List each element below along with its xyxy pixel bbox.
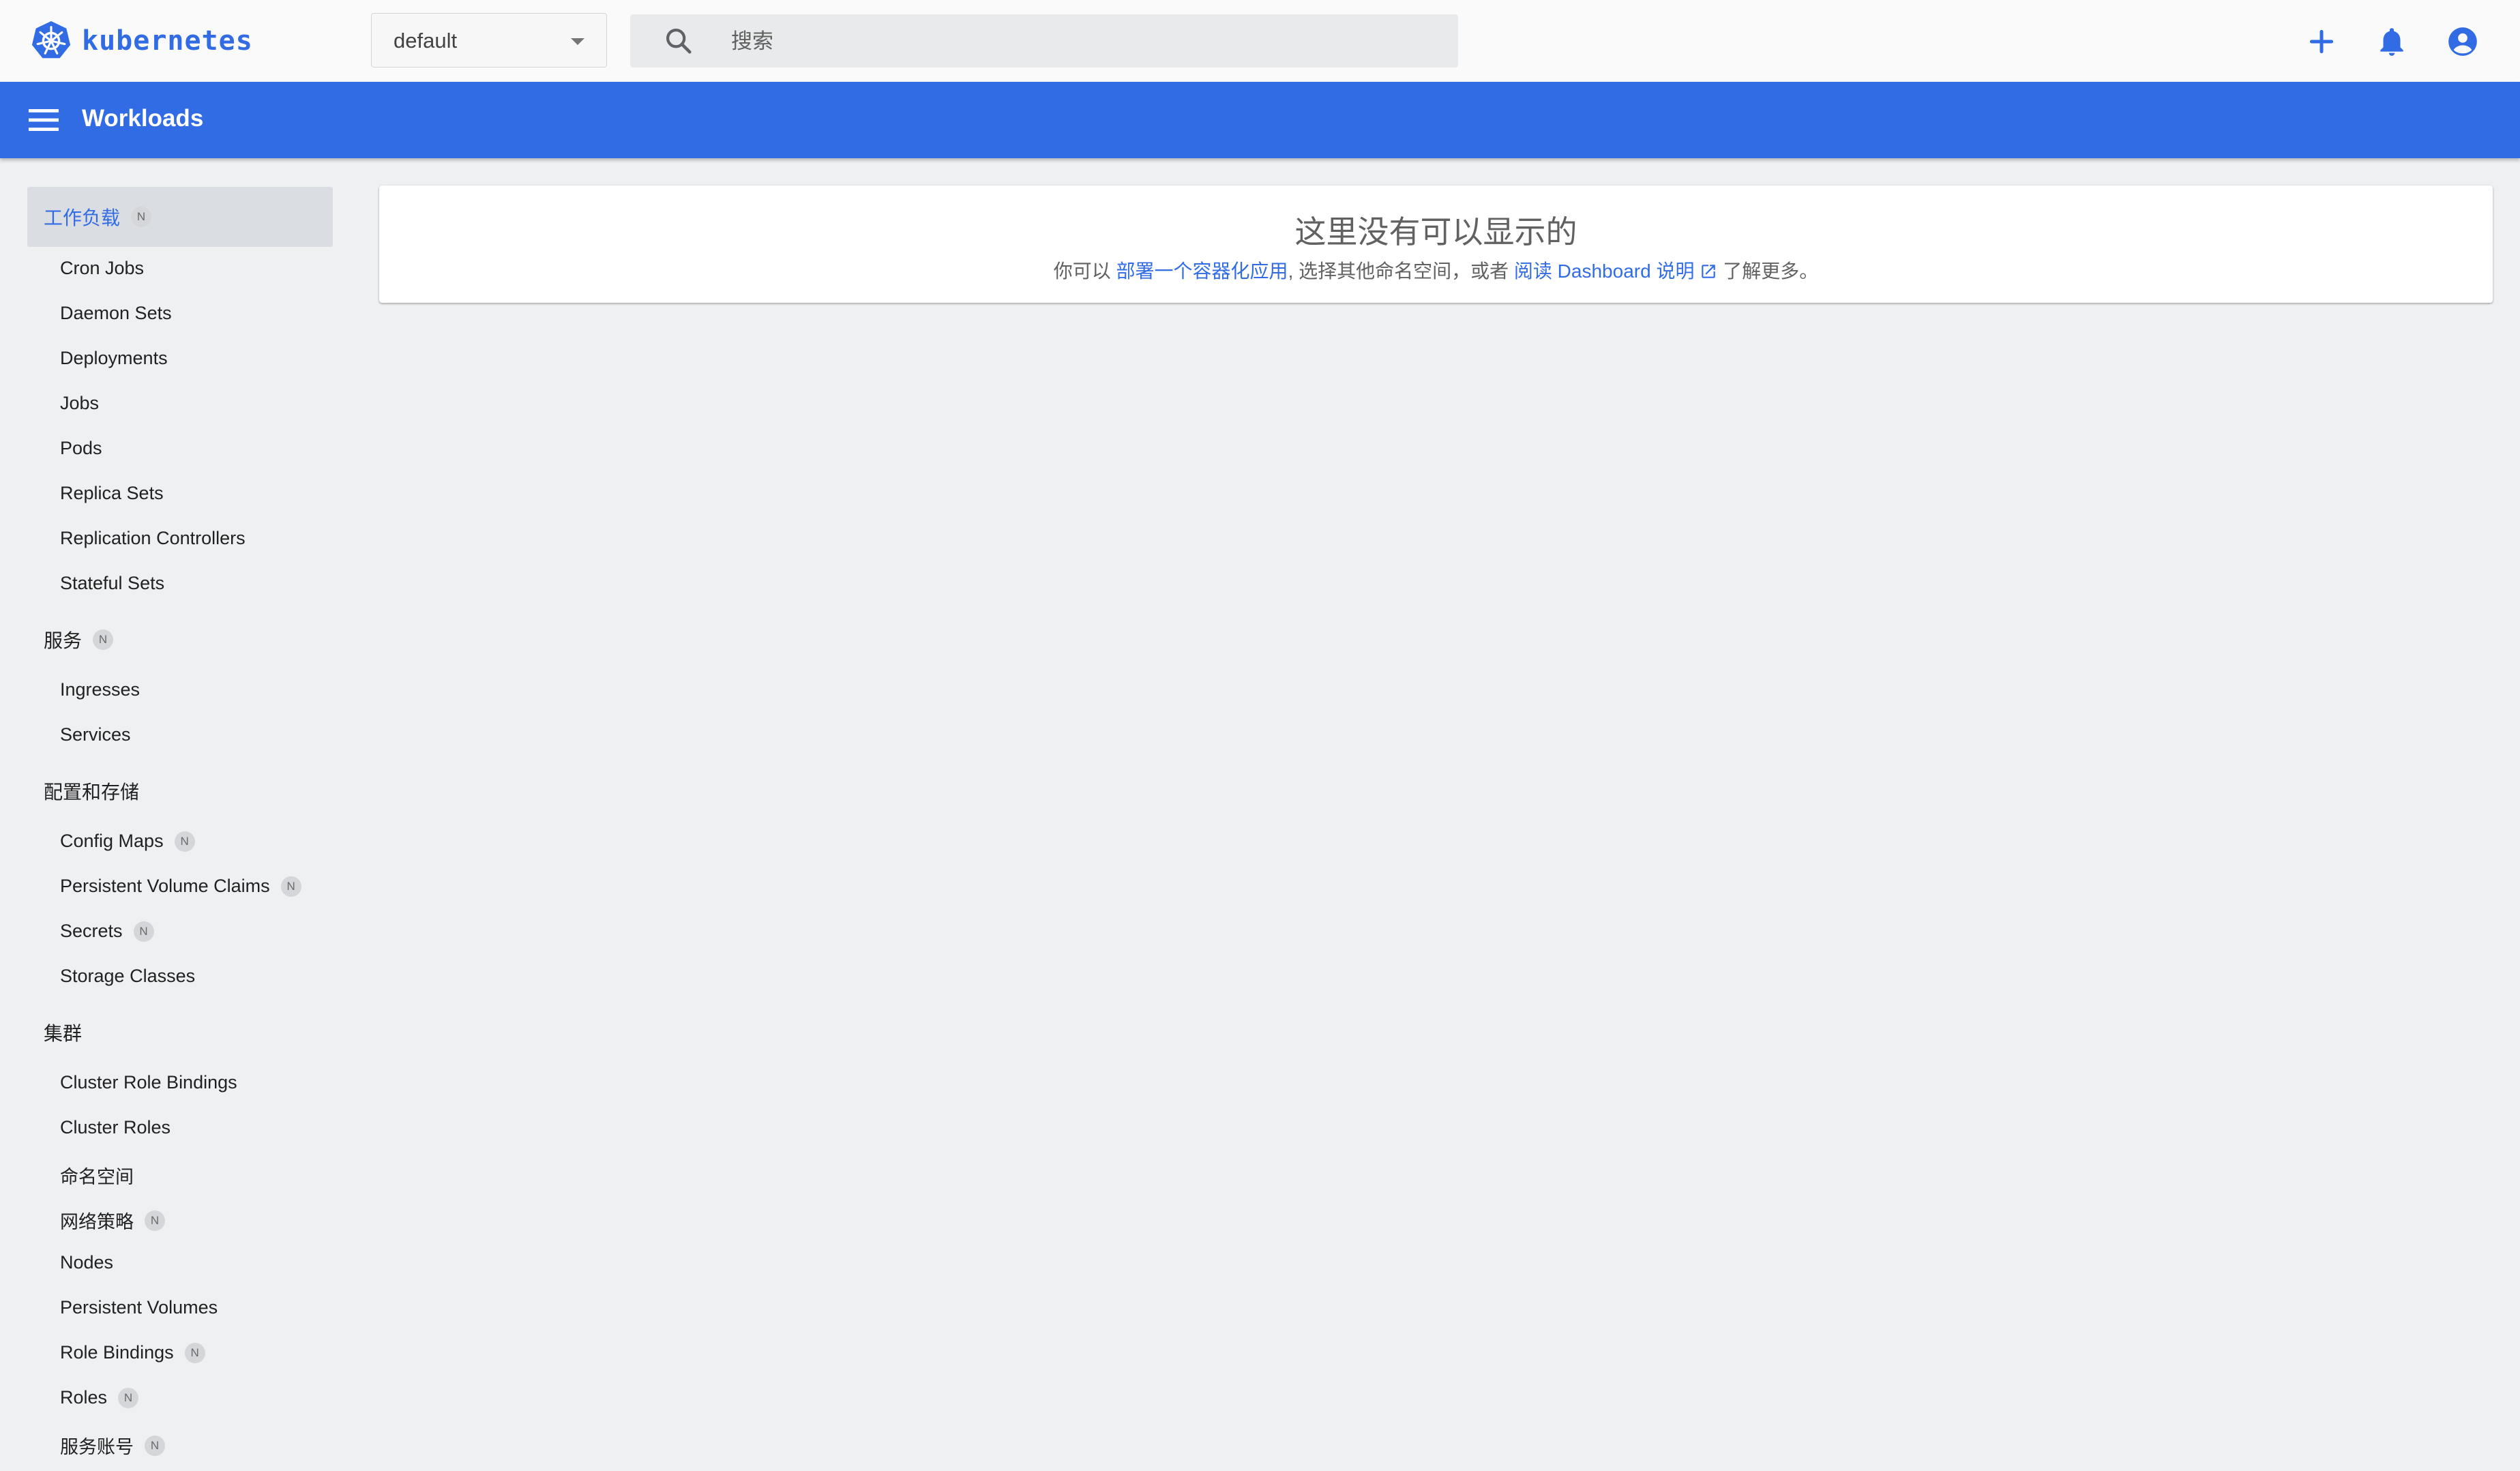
sidebar-item-label: Cluster Roles (60, 1117, 171, 1138)
kubernetes-wheel-icon (31, 20, 71, 59)
sidebar-section-config-storage[interactable]: 配置和存储 (44, 777, 139, 805)
sidebar-item-label: Deployments (60, 348, 168, 368)
sidebar-item-label: Pods (60, 438, 102, 458)
namespaced-badge: N (118, 1387, 139, 1408)
sidebar-item-pods[interactable]: Pods (60, 438, 102, 459)
sidebar-item-secrets[interactable]: Secrets N (60, 921, 154, 942)
sidebar-section-services[interactable]: 服务 N (44, 626, 114, 653)
plus-icon (2309, 29, 2334, 54)
brand-name: kubernetes (82, 25, 253, 57)
sidebar-section-label: 配置和存储 (44, 782, 140, 803)
page-title: Workloads (82, 105, 204, 132)
namespace-select[interactable]: default (371, 13, 607, 68)
sidebar-item-label: Persistent Volume Claims (60, 876, 270, 896)
empty-state-title: 这里没有可以显示的 (1294, 214, 1577, 250)
sidebar-item-network-policies[interactable]: 网络策略 N (60, 1207, 165, 1234)
hamburger-menu-icon[interactable] (27, 105, 60, 135)
namespaced-badge: N (145, 1210, 165, 1231)
sidebar-item-label: Nodes (60, 1252, 114, 1273)
sidebar-item-label: Config Maps (60, 831, 164, 851)
sidebar-item-label: Jobs (60, 393, 100, 413)
sidebar-item-label: Storage Classes (60, 966, 196, 986)
empty-state-text: 了解更多。 (1717, 261, 1819, 282)
namespaced-badge: N (280, 876, 301, 897)
sidebar-item-replica-sets[interactable]: Replica Sets (60, 483, 164, 504)
sidebar-item-label: Replica Sets (60, 483, 164, 503)
dropdown-arrow-icon (571, 38, 584, 45)
create-button[interactable] (2304, 25, 2339, 59)
sidebar: 工作负载 N Cron Jobs Daemon Sets Deployments… (0, 158, 355, 1471)
sidebar-item-daemon-sets[interactable]: Daemon Sets (60, 303, 172, 324)
sidebar-item-jobs[interactable]: Jobs (60, 393, 99, 414)
kubernetes-logo[interactable]: kubernetes (30, 19, 253, 63)
sidebar-section-cluster[interactable]: 集群 (44, 1019, 82, 1046)
sidebar-item-label: Secrets (60, 921, 123, 941)
bell-icon (2380, 28, 2403, 56)
namespaced-badge: N (133, 921, 154, 942)
sidebar-item-service-accounts[interactable]: 服务账号 N (60, 1432, 165, 1459)
dashboard-docs-label: 阅读 Dashboard 说明 (1513, 261, 1695, 282)
namespaced-badge: N (174, 831, 195, 852)
sidebar-item-ingresses[interactable]: Ingresses (60, 679, 140, 700)
sidebar-item-services[interactable]: Services (60, 724, 131, 745)
empty-state-text: , 选择其他命名空间，或者 (1288, 261, 1514, 282)
sidebar-item-cluster-roles[interactable]: Cluster Roles (60, 1117, 171, 1138)
search-input[interactable] (730, 24, 1435, 59)
empty-state-message: 你可以 部署一个容器化应用, 选择其他命名空间，或者 阅读 Dashboard … (379, 256, 2493, 284)
sidebar-item-storage-classes[interactable]: Storage Classes (60, 966, 195, 987)
search-icon[interactable] (663, 25, 694, 57)
sidebar-item-roles[interactable]: Roles N (60, 1387, 139, 1408)
sidebar-item-label: Roles (60, 1387, 108, 1408)
namespaced-badge: N (184, 1342, 205, 1363)
sidebar-item-label: Role Bindings (60, 1342, 174, 1363)
sidebar-item-label: 命名空间 (60, 1167, 134, 1187)
sidebar-item-label: 网络策略 (60, 1212, 134, 1232)
sidebar-item-persistent-volume-claims[interactable]: Persistent Volume Claims N (60, 876, 301, 897)
namespaced-badge: N (145, 1435, 165, 1456)
sidebar-item-label: Daemon Sets (60, 303, 172, 323)
sidebar-item-label: 服务账号 (60, 1437, 134, 1457)
sidebar-item-label: Cron Jobs (60, 258, 145, 278)
sidebar-section-label: 工作负载 (44, 207, 121, 228)
notifications-button[interactable] (2375, 25, 2409, 59)
sidebar-section-workloads[interactable]: 工作负载 N (27, 187, 333, 247)
sidebar-item-label: Replication Controllers (60, 528, 246, 548)
top-toolbar: kubernetes default (0, 0, 2520, 83)
sidebar-item-role-bindings[interactable]: Role Bindings N (60, 1342, 205, 1363)
sidebar-item-namespaces[interactable]: 命名空间 (60, 1162, 134, 1189)
sidebar-section-label: 服务 (44, 630, 83, 651)
open-in-new-icon (1702, 265, 1716, 278)
sidebar-item-label: Ingresses (60, 679, 140, 700)
sidebar-item-persistent-volumes[interactable]: Persistent Volumes (60, 1297, 218, 1318)
account-circle-icon (2448, 27, 2477, 56)
sidebar-item-config-maps[interactable]: Config Maps N (60, 831, 195, 852)
empty-state-text: 你可以 (1053, 261, 1116, 282)
sidebar-item-label: Services (60, 724, 131, 745)
sidebar-item-nodes[interactable]: Nodes (60, 1252, 113, 1273)
sidebar-item-label: Cluster Role Bindings (60, 1072, 237, 1093)
page-header: Workloads (0, 82, 2520, 158)
namespace-value: default (394, 29, 458, 53)
sidebar-item-stateful-sets[interactable]: Stateful Sets (60, 573, 164, 594)
deploy-app-link[interactable]: 部署一个容器化应用 (1116, 261, 1288, 282)
namespaced-badge: N (93, 629, 114, 650)
sidebar-item-cron-jobs[interactable]: Cron Jobs (60, 258, 144, 279)
sidebar-section-label: 集群 (44, 1023, 83, 1044)
dashboard-docs-link[interactable]: 阅读 Dashboard 说明 (1514, 261, 1718, 282)
sidebar-item-replication-controllers[interactable]: Replication Controllers (60, 528, 246, 549)
sidebar-item-deployments[interactable]: Deployments (60, 348, 168, 369)
namespaced-badge: N (131, 207, 152, 227)
sidebar-item-label: Persistent Volumes (60, 1297, 218, 1318)
sidebar-item-label: Stateful Sets (60, 573, 165, 593)
sidebar-item-cluster-role-bindings[interactable]: Cluster Role Bindings (60, 1072, 237, 1093)
search-bar (630, 14, 1458, 68)
empty-state-card: 这里没有可以显示的 你可以 部署一个容器化应用, 选择其他命名空间，或者 阅读 … (379, 185, 2493, 303)
account-button[interactable] (2446, 25, 2480, 59)
